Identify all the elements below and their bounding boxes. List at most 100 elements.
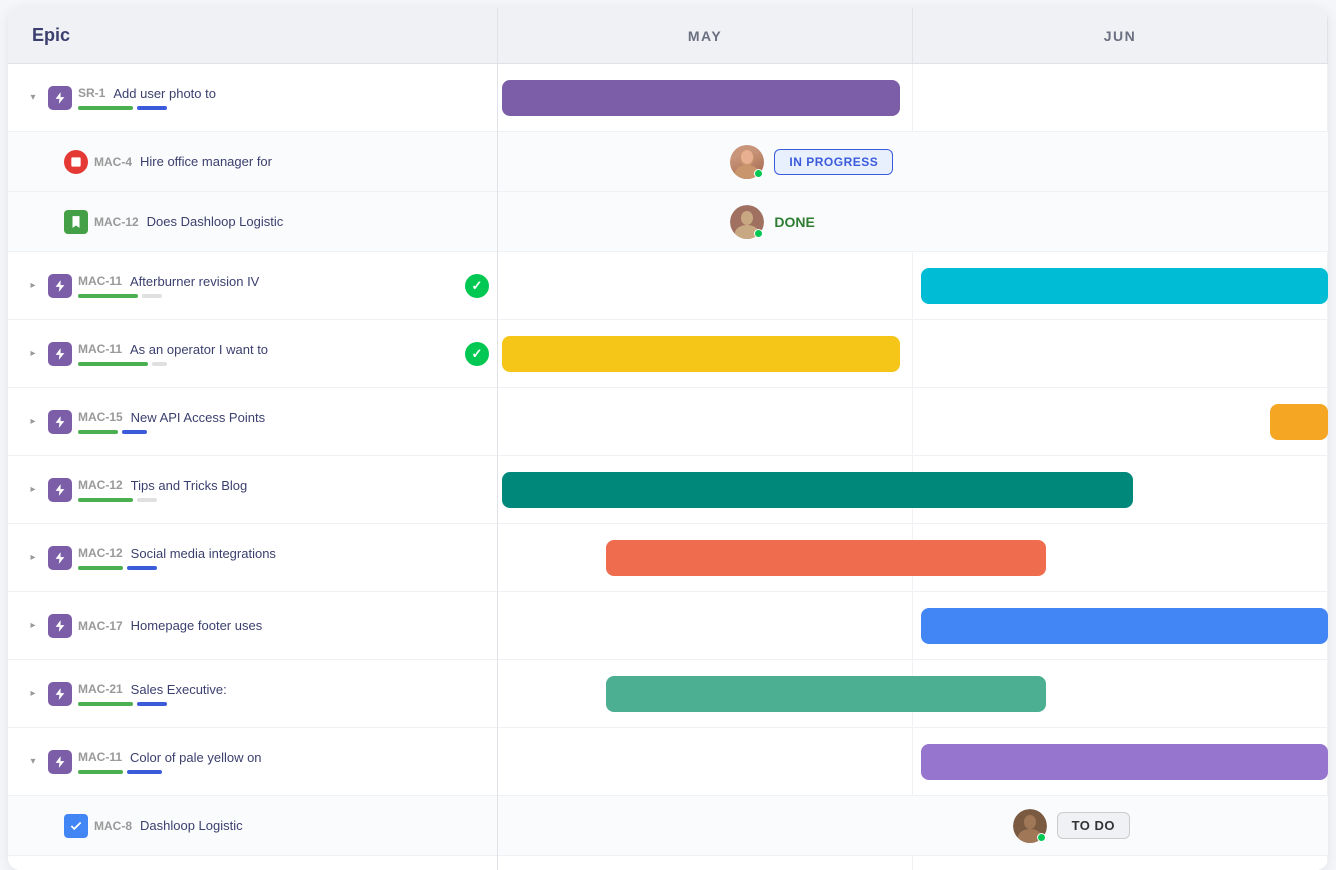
chevron-right-icon[interactable]: ▸ xyxy=(24,345,42,363)
header-month-may: MAY xyxy=(498,8,913,63)
chevron-right-icon[interactable]: ▸ xyxy=(24,413,42,431)
epic-title: Does Dashloop Logistic xyxy=(147,214,284,229)
chevron-right-icon[interactable]: ▸ xyxy=(24,277,42,295)
progress-bar-blue xyxy=(127,770,162,774)
epic-title: Afterburner revision IV xyxy=(130,274,259,289)
gantt-bar[interactable] xyxy=(921,608,1328,644)
progress-bar-gray xyxy=(152,362,167,366)
progress-bar-green xyxy=(78,770,123,774)
epic-title: Tips and Tricks Blog xyxy=(131,478,248,493)
gantt-bar[interactable] xyxy=(921,268,1328,304)
epic-info: MAC-8 Dashloop Logistic xyxy=(94,810,489,841)
status-badge-done: DONE xyxy=(774,214,814,230)
progress-bar-green xyxy=(78,362,148,366)
lightning-icon xyxy=(48,478,72,502)
progress-bars xyxy=(78,362,459,366)
progress-bar-green xyxy=(78,430,118,434)
chart-rows: IN PROGRESS xyxy=(498,64,1328,870)
epic-title: Add user photo to xyxy=(113,86,216,101)
lightning-icon xyxy=(48,86,72,110)
gantt-chart: IN PROGRESS xyxy=(498,64,1328,870)
epic-list: ▾ SR-1 Add user photo to xyxy=(8,64,498,870)
header-month-jun: JUN xyxy=(913,8,1328,63)
progress-bar-green xyxy=(78,566,123,570)
header-epic-label: Epic xyxy=(8,8,498,63)
lightning-icon xyxy=(48,682,72,706)
progress-bars xyxy=(78,566,489,570)
status-badge-todo: TO DO xyxy=(1057,812,1130,839)
chart-row: IN PROGRESS xyxy=(498,132,1328,192)
avatar-online-dot xyxy=(754,229,763,238)
list-item: ▸ MAC-12 Tips and Tricks Blog xyxy=(8,456,497,524)
chart-row xyxy=(498,320,1328,388)
progress-bar-blue xyxy=(137,702,167,706)
epic-id: MAC-11 xyxy=(78,274,122,288)
epic-id: MAC-15 xyxy=(78,410,123,424)
epic-title: Sales Executive: xyxy=(131,682,227,697)
progress-bar-gray xyxy=(137,498,157,502)
progress-bar-green xyxy=(78,702,133,706)
chevron-right-icon[interactable]: ▸ xyxy=(24,685,42,703)
gantt-bar[interactable] xyxy=(502,336,900,372)
chart-row xyxy=(498,592,1328,660)
list-item: ▸ MAC-11 As an operator I want to xyxy=(8,320,497,388)
epic-id: MAC-11 xyxy=(78,750,122,764)
epic-id: MAC-21 xyxy=(78,682,123,696)
lightning-icon xyxy=(48,274,72,298)
epic-info: MAC-12 Does Dashloop Logistic xyxy=(94,206,489,237)
epic-title: Hire office manager for xyxy=(140,154,272,169)
avatar-online-dot xyxy=(754,169,763,178)
epic-info: MAC-12 Tips and Tricks Blog xyxy=(78,470,489,510)
progress-bar-green xyxy=(78,498,133,502)
progress-bar-blue xyxy=(122,430,147,434)
epic-id: MAC-17 xyxy=(78,619,123,633)
lightning-icon xyxy=(48,410,72,434)
epic-id: MAC-12 xyxy=(78,478,123,492)
gantt-bar[interactable] xyxy=(921,744,1328,780)
chart-row xyxy=(498,388,1328,456)
avatar xyxy=(730,145,764,179)
list-item: ▾ MAC-11 Color of pale yellow on xyxy=(8,728,497,796)
chart-row xyxy=(498,456,1328,524)
list-item: MAC-4 Hire office manager for xyxy=(8,132,497,192)
gantt-bar[interactable] xyxy=(606,676,1046,712)
header-months: MAY JUN xyxy=(498,8,1328,63)
gantt-header: Epic MAY JUN xyxy=(8,8,1328,64)
epic-id: SR-1 xyxy=(78,86,105,100)
lightning-icon xyxy=(48,614,72,638)
bookmark-icon xyxy=(64,210,88,234)
lightning-icon xyxy=(48,750,72,774)
epic-id: MAC-8 xyxy=(94,819,132,833)
chart-row xyxy=(498,660,1328,728)
chevron-right-icon[interactable]: ▸ xyxy=(24,617,42,635)
chart-row xyxy=(498,252,1328,320)
progress-bars xyxy=(78,498,489,502)
gantt-bar[interactable] xyxy=(1270,404,1328,440)
avatar-online-dot xyxy=(1037,833,1046,842)
chevron-right-icon[interactable]: ▸ xyxy=(24,549,42,567)
list-item: ▸ MAC-15 New API Access Points xyxy=(8,388,497,456)
stop-icon xyxy=(64,150,88,174)
epic-info: MAC-12 Social media integrations xyxy=(78,538,489,578)
epic-id: MAC-12 xyxy=(94,215,139,229)
chevron-right-icon[interactable]: ▸ xyxy=(24,481,42,499)
epic-info: MAC-17 Homepage footer uses xyxy=(78,610,489,641)
status-badge-inprogress: IN PROGRESS xyxy=(774,149,893,175)
chart-row xyxy=(498,728,1328,796)
gantt-bar[interactable] xyxy=(502,472,1133,508)
epic-id: MAC-11 xyxy=(78,342,122,356)
gantt-bar[interactable] xyxy=(502,80,900,116)
gantt-bar[interactable] xyxy=(606,540,1046,576)
list-item: MAC-12 Does Dashloop Logistic xyxy=(8,192,497,252)
epic-id: MAC-4 xyxy=(94,155,132,169)
chevron-down-icon[interactable]: ▾ xyxy=(24,753,42,771)
list-item: ▸ MAC-21 Sales Executive: xyxy=(8,660,497,728)
chevron-down-icon[interactable]: ▾ xyxy=(24,89,42,107)
chart-row xyxy=(498,524,1328,592)
progress-bar-blue xyxy=(137,106,167,110)
progress-bar-green xyxy=(78,106,133,110)
epic-title: Color of pale yellow on xyxy=(130,750,262,765)
chart-row: DONE xyxy=(498,192,1328,252)
done-check-icon xyxy=(465,342,489,366)
avatar xyxy=(730,205,764,239)
